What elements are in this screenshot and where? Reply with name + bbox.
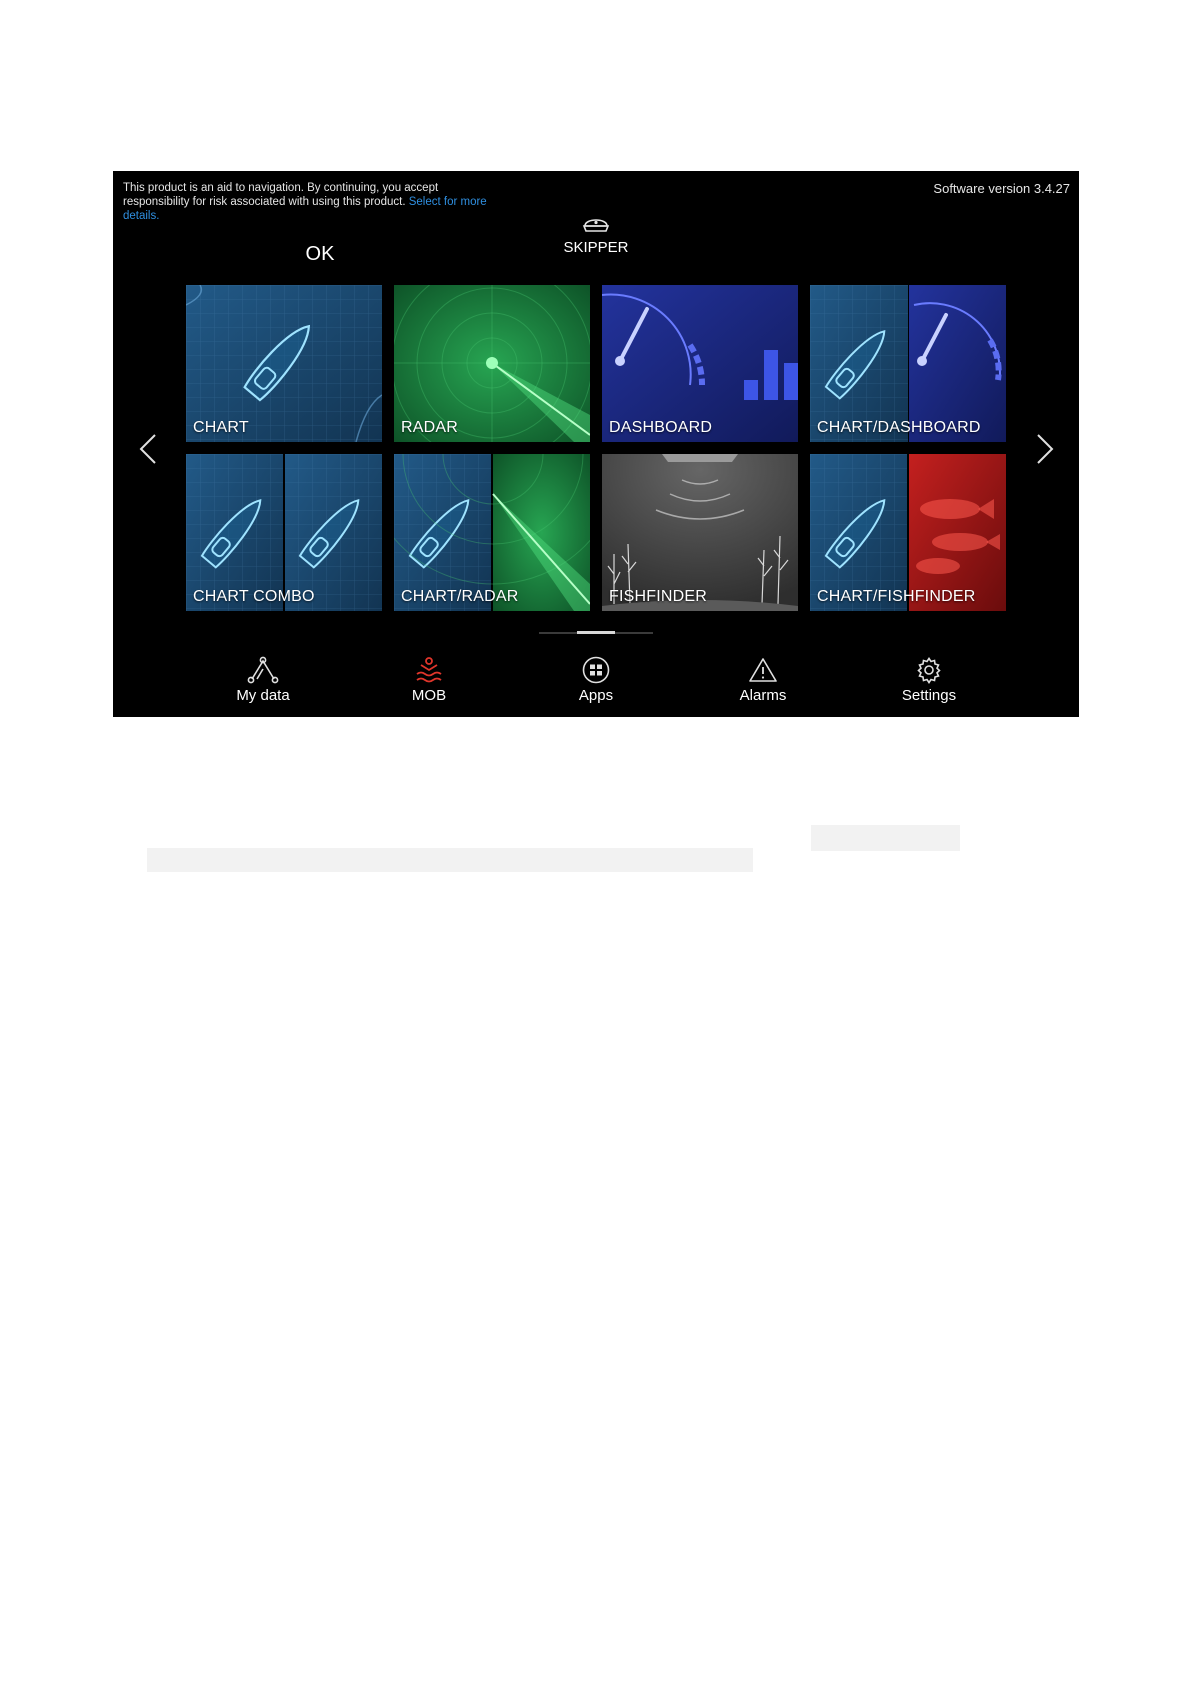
gear-icon [917, 657, 941, 684]
nav-label: Settings [901, 687, 957, 704]
man-overboard-icon [416, 657, 442, 683]
tile-label: CHART/FISHFINDER [817, 588, 976, 605]
tile-label: DASHBOARD [609, 419, 713, 436]
nav-label: Apps [578, 687, 614, 704]
ok-button[interactable]: OK [280, 239, 360, 269]
disclaimer-text: This product is an aid to navigation. By… [123, 182, 439, 208]
profile-label: SKIPPER [563, 239, 629, 256]
nav-label: MOB [411, 687, 447, 704]
tile-label: RADAR [401, 419, 459, 436]
placeholder-bar-small [811, 825, 960, 851]
waypoint-route-icon [247, 656, 279, 684]
nav-label: Alarms [739, 687, 787, 704]
app-tile-fishfinder[interactable]: FISHFINDER [602, 454, 798, 611]
disclaimer-notice: This product is an aid to navigation. By… [123, 181, 493, 223]
nav-mob[interactable]: MOB [369, 656, 489, 712]
app-tile-chart-combo[interactable]: CHART COMBO [186, 454, 382, 611]
placeholder-bar [147, 848, 753, 872]
app-tile-chart[interactable]: CHART [186, 285, 382, 442]
apps-grid-icon [582, 656, 610, 684]
tile-label: FISHFINDER [609, 588, 707, 605]
page-indicator [539, 631, 653, 634]
previous-page-arrow[interactable] [133, 429, 163, 469]
nav-settings[interactable]: Settings [869, 656, 989, 712]
home-screen: This product is an aid to navigation. By… [113, 171, 1079, 717]
captain-hat-icon [582, 219, 610, 232]
page-indicator-active [577, 631, 615, 634]
app-tile-radar[interactable]: RADAR [394, 285, 590, 442]
warning-triangle-icon [749, 658, 777, 682]
app-tile-chart-dashboard[interactable]: CHART/DASHBOARD [810, 285, 1006, 442]
nav-my-data[interactable]: My data [203, 656, 323, 712]
tile-label: CHART/DASHBOARD [817, 419, 981, 436]
profile-selector[interactable]: SKIPPER [546, 213, 646, 273]
nav-label: My data [236, 687, 290, 704]
software-version: Software version 3.4.27 [933, 181, 1070, 196]
nav-apps[interactable]: Apps [536, 656, 656, 712]
tile-label: CHART [193, 419, 249, 436]
tile-label: CHART/RADAR [401, 588, 519, 605]
next-page-arrow[interactable] [1030, 429, 1060, 469]
app-tile-chart-fishfinder[interactable]: CHART/FISHFINDER [810, 454, 1006, 611]
tile-label: CHART COMBO [193, 588, 315, 605]
nav-alarms[interactable]: Alarms [703, 656, 823, 712]
app-tile-dashboard[interactable]: DASHBOARD [602, 285, 798, 442]
app-tile-chart-radar[interactable]: CHART/RADAR [394, 454, 590, 611]
